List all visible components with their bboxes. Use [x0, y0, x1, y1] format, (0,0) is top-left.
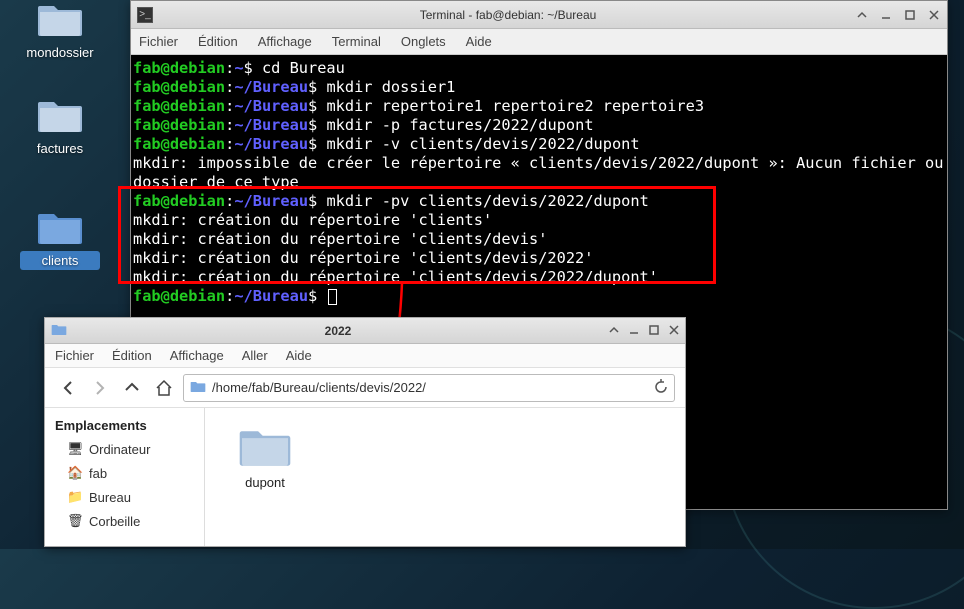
places-header: Emplacements — [45, 414, 204, 437]
path-text: /home/fab/Bureau/clients/devis/2022/ — [212, 380, 426, 395]
terminal-output-line: mkdir: création du répertoire 'clients/d… — [133, 268, 945, 287]
sidebar-item-bureau[interactable]: 📁Bureau — [45, 485, 204, 509]
path-bar[interactable]: /home/fab/Bureau/clients/devis/2022/ — [183, 374, 675, 402]
menu-onglets[interactable]: Onglets — [401, 34, 446, 49]
folder-icon: 📁 — [67, 489, 83, 505]
desktop-icon-clients[interactable]: clients — [20, 206, 100, 270]
menu-affichage[interactable]: Affichage — [170, 348, 224, 363]
home-button[interactable] — [151, 375, 177, 401]
menu-edition[interactable]: Édition — [112, 348, 152, 363]
folder-icon — [36, 206, 84, 246]
rollup-button[interactable] — [609, 324, 619, 338]
up-button[interactable] — [119, 375, 145, 401]
desktop-icon-label: clients — [20, 251, 100, 270]
filemanager-toolbar: /home/fab/Bureau/clients/devis/2022/ — [45, 368, 685, 408]
forward-button[interactable] — [87, 375, 113, 401]
window-title: Terminal - fab@debian: ~/Bureau — [161, 8, 855, 22]
menu-edition[interactable]: Édition — [198, 34, 238, 49]
menu-fichier[interactable]: Fichier — [139, 34, 178, 49]
filemanager-menubar: Fichier Édition Affichage Aller Aide — [45, 344, 685, 368]
minimize-button[interactable] — [879, 8, 893, 22]
menu-aller[interactable]: Aller — [242, 348, 268, 363]
menu-terminal[interactable]: Terminal — [332, 34, 381, 49]
maximize-button[interactable] — [649, 324, 659, 338]
folder-icon — [237, 422, 293, 468]
terminal-output-line: mkdir: création du répertoire 'clients/d… — [133, 230, 945, 249]
terminal-icon: >_ — [137, 7, 153, 23]
folder-icon — [36, 94, 84, 134]
terminal-output-line: mkdir: création du répertoire 'clients' — [133, 211, 945, 230]
rollup-button[interactable] — [855, 8, 869, 22]
folder-icon — [36, 0, 84, 38]
desktop-icon-mondossier[interactable]: mondossier — [20, 0, 100, 62]
menu-affichage[interactable]: Affichage — [258, 34, 312, 49]
filemanager-sidebar: Emplacements 🖥Ordinateur 🏠fab 📁Bureau 🗑C… — [45, 408, 205, 546]
folder-icon — [51, 322, 67, 339]
desktop-icon-label: mondossier — [20, 43, 100, 62]
close-button[interactable] — [927, 8, 941, 22]
filemanager-content[interactable]: dupont — [205, 408, 685, 546]
menu-aide[interactable]: Aide — [286, 348, 312, 363]
computer-icon: 🖥 — [67, 441, 83, 457]
desktop-icon-factures[interactable]: factures — [20, 94, 100, 158]
desktop-icon-label: factures — [20, 139, 100, 158]
terminal-menubar: Fichier Édition Affichage Terminal Ongle… — [131, 29, 947, 55]
maximize-button[interactable] — [903, 8, 917, 22]
folder-label: dupont — [225, 475, 305, 490]
folder-item-dupont[interactable]: dupont — [225, 422, 305, 490]
folder-icon — [190, 379, 206, 396]
terminal-output-line: mkdir: création du répertoire 'clients/d… — [133, 249, 945, 268]
menu-fichier[interactable]: Fichier — [55, 348, 94, 363]
filemanager-window: 2022 Fichier Édition Affichage Aller Aid… — [44, 317, 686, 547]
filemanager-titlebar[interactable]: 2022 — [45, 318, 685, 344]
reload-button[interactable] — [654, 379, 668, 396]
back-button[interactable] — [55, 375, 81, 401]
terminal-titlebar[interactable]: >_ Terminal - fab@debian: ~/Bureau — [131, 1, 947, 29]
close-button[interactable] — [669, 324, 679, 338]
sidebar-item-fab[interactable]: 🏠fab — [45, 461, 204, 485]
menu-aide[interactable]: Aide — [466, 34, 492, 49]
trash-icon: 🗑 — [67, 513, 83, 529]
sidebar-item-ordinateur[interactable]: 🖥Ordinateur — [45, 437, 204, 461]
window-title: 2022 — [67, 324, 609, 338]
terminal-cursor — [328, 289, 337, 305]
minimize-button[interactable] — [629, 324, 639, 338]
sidebar-item-corbeille[interactable]: 🗑Corbeille — [45, 509, 204, 533]
home-icon: 🏠 — [67, 465, 83, 481]
terminal-error-line: mkdir: impossible de créer le répertoire… — [133, 154, 945, 192]
